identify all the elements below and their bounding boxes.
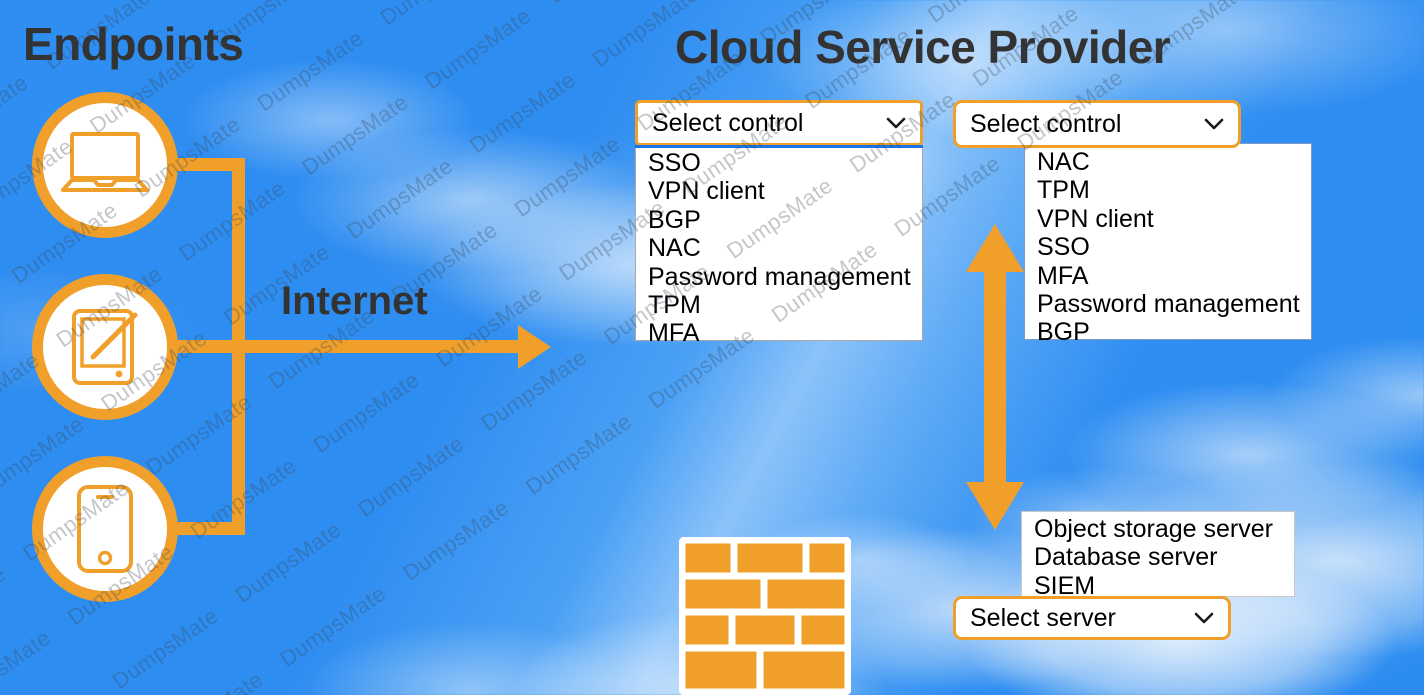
select-control-2[interactable]: Select control [953, 100, 1241, 148]
endpoint-laptop [32, 92, 178, 238]
option-item[interactable]: BGP [636, 206, 922, 234]
option-item[interactable]: VPN client [1025, 205, 1311, 233]
chevron-down-icon[interactable] [886, 117, 906, 129]
smartphone-icon [74, 483, 136, 575]
option-item[interactable]: MFA [1025, 262, 1311, 290]
endpoint-tablet [32, 274, 178, 420]
connector-internet-run [232, 340, 522, 353]
select-server-value: Select server [970, 603, 1116, 632]
select-server[interactable]: Select server [953, 596, 1231, 640]
arrow-right-icon [518, 325, 551, 369]
chevron-down-icon[interactable] [1194, 612, 1214, 624]
chevron-down-icon[interactable] [1204, 118, 1224, 130]
select-control-1-value: Select control [652, 108, 804, 137]
option-item[interactable]: Object storage server [1022, 515, 1294, 543]
option-item[interactable]: BGP [1025, 318, 1311, 346]
select-control-1[interactable]: Select control [635, 100, 923, 148]
option-list-select-control-2[interactable]: NAC TPM VPN client SSO MFA Password mana… [1024, 143, 1312, 346]
option-item[interactable]: VPN client [636, 177, 922, 205]
option-item[interactable]: TPM [636, 291, 922, 319]
internet-label: Internet [281, 279, 428, 323]
tablet-stylus-icon [61, 305, 149, 389]
diagram-canvas: Endpoints Cloud Service Provider Interne… [0, 0, 1424, 695]
option-item[interactable]: MFA [636, 319, 922, 347]
page-title-cloud-service-provider: Cloud Service Provider [675, 21, 1171, 73]
option-list-select-server[interactable]: Object storage server Database server SI… [1021, 511, 1295, 600]
option-item[interactable]: Database server [1022, 543, 1294, 571]
option-item[interactable]: Password management [1025, 290, 1311, 318]
option-item[interactable]: Password management [636, 263, 922, 291]
laptop-icon [58, 130, 152, 200]
option-list-select-control-1[interactable]: SSO VPN client BGP NAC Password manageme… [635, 145, 923, 347]
option-item[interactable]: SSO [1025, 233, 1311, 261]
option-item[interactable]: NAC [1025, 148, 1311, 176]
double-headed-vertical-arrow-icon [962, 222, 1028, 537]
option-item[interactable]: SSO [636, 149, 922, 177]
endpoint-phone [32, 456, 178, 602]
option-item[interactable]: NAC [636, 234, 922, 262]
page-title-endpoints: Endpoints [23, 18, 244, 70]
brick-wall-icon [678, 536, 852, 695]
option-item[interactable]: TPM [1025, 176, 1311, 204]
select-control-2-value: Select control [970, 109, 1122, 138]
